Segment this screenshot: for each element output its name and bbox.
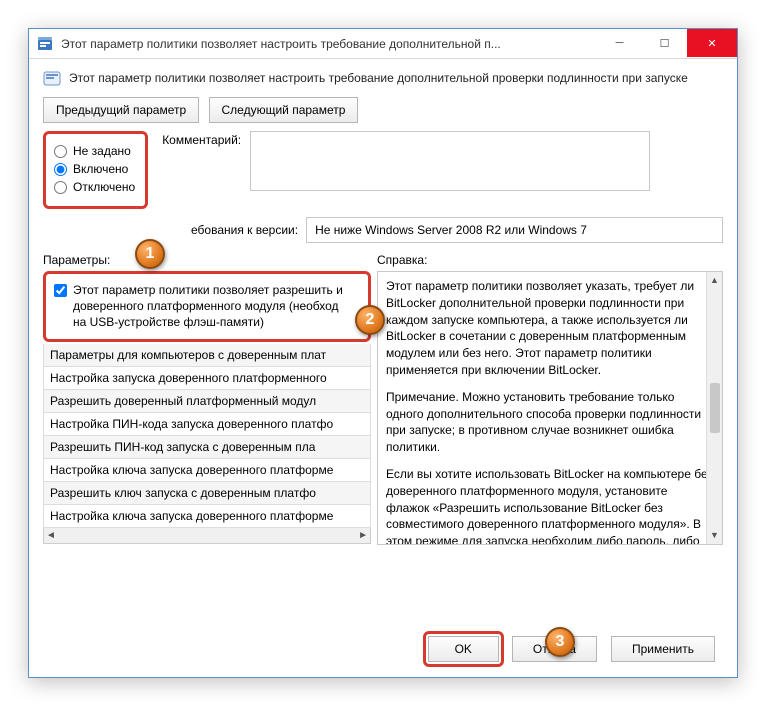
- version-label: ебования к версии:: [191, 223, 298, 237]
- help-paragraph: Этот параметр политики позволяет указать…: [386, 278, 714, 379]
- policy-description: Этот параметр политики позволяет настрои…: [69, 71, 688, 85]
- help-paragraph: Примечание. Можно установить требование …: [386, 389, 714, 456]
- list-item[interactable]: Настройка ПИН-кода запуска доверенного п…: [43, 413, 371, 436]
- previous-setting-button[interactable]: Предыдущий параметр: [43, 97, 199, 123]
- radio-disabled-label: Отключено: [73, 180, 135, 194]
- description-icon: [43, 69, 61, 87]
- close-button[interactable]: ✕: [687, 29, 737, 57]
- ok-button[interactable]: OK: [428, 636, 499, 662]
- next-setting-button[interactable]: Следующий параметр: [209, 97, 359, 123]
- options-list: Параметры для компьютеров с доверенным п…: [43, 344, 371, 528]
- titlebar: Этот параметр политики позволяет настрои…: [29, 29, 737, 59]
- list-item[interactable]: Разрешить ПИН-код запуска с доверенным п…: [43, 436, 371, 459]
- radio-not-configured-label: Не задано: [73, 144, 131, 158]
- list-item[interactable]: Разрешить ключ запуска с доверенным плат…: [43, 482, 371, 505]
- help-paragraph: Если вы хотите использовать BitLocker на…: [386, 466, 714, 545]
- ok-button-highlight: OK: [423, 631, 504, 667]
- horizontal-scrollbar[interactable]: ◄►: [43, 528, 371, 544]
- maximize-button[interactable]: ☐: [642, 29, 687, 57]
- parameters-header: Параметры:: [43, 253, 371, 267]
- option-text-line-1: Этот параметр политики позволяет разреши…: [73, 282, 343, 298]
- scroll-up-icon[interactable]: ▲: [710, 274, 719, 287]
- radio-disabled[interactable]: Отключено: [54, 180, 135, 194]
- radio-not-configured[interactable]: Не задано: [54, 144, 135, 158]
- annotation-badge-1: 1: [135, 239, 165, 269]
- option-text-line-2: доверенного платформенного модуля (необх…: [73, 298, 343, 314]
- scrollbar-thumb[interactable]: [710, 383, 720, 433]
- list-item[interactable]: Настройка запуска доверенного платформен…: [43, 367, 371, 390]
- list-item[interactable]: Параметры для компьютеров с доверенным п…: [43, 344, 371, 367]
- scroll-down-icon[interactable]: ▼: [710, 529, 719, 542]
- minimize-button[interactable]: ─: [597, 29, 642, 57]
- option-text-line-3: на USB-устройстве флэш-памяти): [73, 314, 343, 330]
- comment-label: Комментарий:: [162, 133, 241, 147]
- list-item[interactable]: Разрешить доверенный платформенный модул: [43, 390, 371, 413]
- policy-icon: [37, 36, 53, 52]
- radio-enabled[interactable]: Включено: [54, 162, 135, 176]
- state-radio-group: Не задано Включено Отключено: [43, 131, 148, 209]
- scroll-right-icon[interactable]: ►: [358, 530, 368, 541]
- radio-enabled-label: Включено: [73, 162, 128, 176]
- help-text-box: Этот параметр политики позволяет указать…: [377, 271, 723, 545]
- allow-without-tpm-checkbox[interactable]: [54, 284, 67, 297]
- vertical-scrollbar[interactable]: ▲ ▼: [706, 272, 722, 544]
- scroll-left-icon[interactable]: ◄: [46, 530, 56, 541]
- annotation-badge-3: 3: [545, 627, 575, 657]
- annotation-badge-2: 2: [355, 305, 385, 335]
- help-header: Справка:: [377, 253, 723, 267]
- apply-button[interactable]: Применить: [611, 636, 715, 662]
- list-item[interactable]: Настройка ключа запуска доверенного плат…: [43, 505, 371, 528]
- allow-without-tpm-option: Этот параметр политики позволяет разреши…: [43, 271, 371, 342]
- window-title: Этот параметр политики позволяет настрои…: [61, 37, 597, 51]
- list-item[interactable]: Настройка ключа запуска доверенного плат…: [43, 459, 371, 482]
- version-value: Не ниже Windows Server 2008 R2 или Windo…: [306, 217, 723, 243]
- policy-editor-window: Этот параметр политики позволяет настрои…: [28, 28, 738, 678]
- comment-textarea[interactable]: [250, 131, 650, 191]
- content-area: Этот параметр политики позволяет настрои…: [29, 59, 737, 555]
